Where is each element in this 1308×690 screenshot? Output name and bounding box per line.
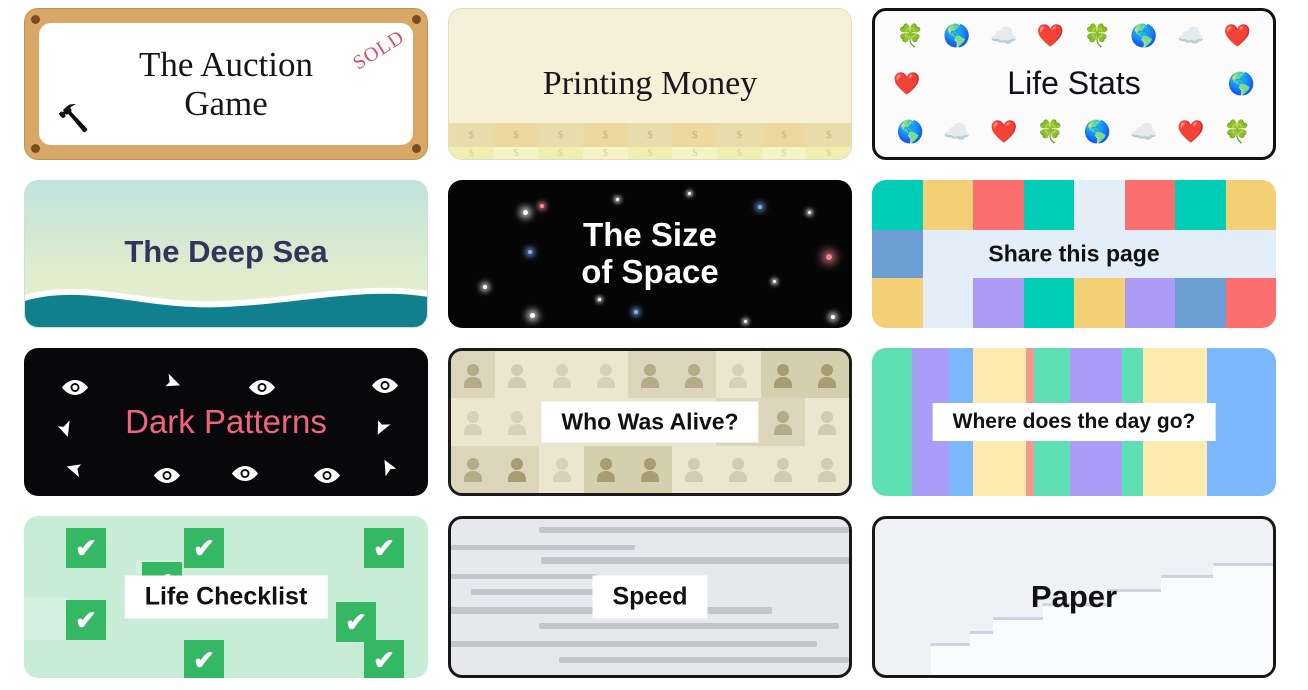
card-title-life-stats: Life Stats — [1007, 65, 1141, 102]
person-icon — [672, 445, 717, 493]
person-icon — [451, 351, 496, 399]
card-grid: The Auction Game SOLD 🔨 $ $ $ $ $ $ $ $ $ $ $ $ $ $ $… — [0, 0, 1308, 678]
person-icon — [627, 351, 673, 399]
person-icon — [627, 445, 673, 493]
screw-icon — [31, 144, 40, 153]
auction-inner-panel: The Auction Game SOLD 🔨 — [39, 23, 413, 145]
person-icon — [451, 445, 496, 493]
card-title-who-was-alive: Who Was Alive? — [541, 401, 759, 443]
person-icon — [804, 445, 849, 493]
card-title-auction-game: The Auction Game — [39, 23, 413, 145]
person-icon — [716, 445, 761, 493]
screw-icon — [31, 15, 40, 24]
color-block — [1175, 277, 1226, 328]
color-block — [922, 180, 973, 231]
person-icon — [804, 351, 849, 399]
card-paper[interactable]: Paper — [872, 516, 1276, 678]
person-icon — [539, 445, 584, 493]
color-block — [1175, 180, 1226, 231]
card-title-size-of-space: The Size of Space — [448, 180, 852, 328]
checkmark-icon: ✔ — [184, 528, 224, 568]
color-block — [973, 277, 1024, 328]
color-block — [872, 180, 923, 231]
card-share-this-page[interactable]: Share this page — [872, 180, 1276, 328]
speed-line — [451, 545, 635, 550]
checkmark-icon: ✔ — [66, 528, 106, 568]
checkmark-icon: ✔ — [66, 600, 106, 640]
screw-icon — [412, 15, 421, 24]
color-block — [1023, 277, 1074, 328]
auction-title-line-1: The Auction — [139, 44, 313, 84]
card-dark-patterns[interactable]: Dark Patterns — [24, 348, 428, 496]
card-speed[interactable]: Speed — [448, 516, 852, 678]
person-icon — [539, 351, 584, 399]
person-icon — [804, 398, 849, 446]
person-icon — [495, 398, 540, 446]
auction-title-line-2: Game — [184, 84, 268, 123]
card-auction-game[interactable]: The Auction Game SOLD 🔨 — [24, 8, 428, 160]
speed-line — [539, 623, 839, 629]
color-block — [1023, 180, 1074, 231]
person-icon — [451, 398, 496, 446]
time-stripe — [872, 348, 913, 496]
color-block — [1074, 277, 1125, 328]
checklist-tint — [24, 598, 68, 640]
color-block-row — [872, 180, 1276, 231]
checkmark-icon: ✔ — [336, 602, 376, 642]
speed-line — [451, 574, 597, 579]
person-icon — [495, 351, 540, 399]
person-icon — [583, 445, 628, 493]
gavel-icon: 🔨 — [57, 103, 90, 133]
color-block — [973, 180, 1024, 231]
checkmark-icon: ✔ — [364, 640, 404, 678]
card-life-stats[interactable]: 🍀 🌎 ☁️ ❤️ 🍀 🌎 ☁️ ❤️ ❤️ 🌎 🌎 ☁️ ❤️ 🍀 🌎 ☁️ ❤️ 🍀 Life Stats — [872, 8, 1276, 160]
person-icon — [495, 445, 540, 493]
speed-line — [451, 641, 817, 647]
card-who-was-alive[interactable]: Who Was Alive? — [448, 348, 852, 496]
card-title-speed: Speed — [592, 575, 708, 619]
checkmark-icon: ✔ — [184, 640, 224, 678]
card-printing-money[interactable]: $ $ $ $ $ $ $ $ $ $ $ $ $ $ $ $ $ $ Printing Money — [448, 8, 852, 160]
speed-line — [541, 557, 849, 564]
person-icon — [672, 351, 717, 399]
color-block — [1225, 277, 1276, 328]
color-block — [1074, 180, 1125, 231]
card-title-paper: Paper — [1030, 578, 1118, 614]
card-title-life-checklist: Life Checklist — [124, 575, 328, 619]
card-size-of-space[interactable]: The Size of Space — [448, 180, 852, 328]
card-title-where-does-the-day-go: Where does the day go? — [932, 403, 1216, 441]
color-block-row — [872, 277, 1276, 328]
speed-line — [471, 589, 601, 595]
card-title-share-this-page: Share this page — [988, 240, 1160, 267]
person-icon — [583, 351, 628, 399]
person-icon — [760, 351, 805, 399]
people-row — [451, 445, 849, 493]
person-icon — [760, 398, 805, 446]
space-title-line-2: of Space — [581, 253, 719, 290]
space-title-line-1: The Size — [583, 216, 717, 254]
time-stripe — [1207, 348, 1276, 496]
color-block — [872, 277, 923, 328]
color-block — [1225, 180, 1276, 231]
color-block — [1124, 180, 1175, 231]
speed-line — [539, 527, 849, 533]
people-row — [451, 351, 849, 399]
card-where-does-the-day-go[interactable]: Where does the day go? — [872, 348, 1276, 496]
card-title-deep-sea: The Deep Sea — [124, 234, 328, 269]
card-title-dark-patterns: Dark Patterns — [125, 402, 327, 440]
screw-icon — [412, 144, 421, 153]
card-deep-sea[interactable]: The Deep Sea — [24, 180, 428, 328]
checkmark-icon: ✔ — [364, 528, 404, 568]
color-block — [1124, 277, 1175, 328]
person-icon — [760, 445, 805, 493]
color-block — [922, 277, 973, 328]
card-life-checklist[interactable]: ✔✔✔✔✔✔✔✔ Life Checklist — [24, 516, 428, 678]
speed-line — [559, 657, 849, 663]
person-icon — [716, 351, 761, 399]
card-title-printing-money: Printing Money — [542, 64, 758, 102]
